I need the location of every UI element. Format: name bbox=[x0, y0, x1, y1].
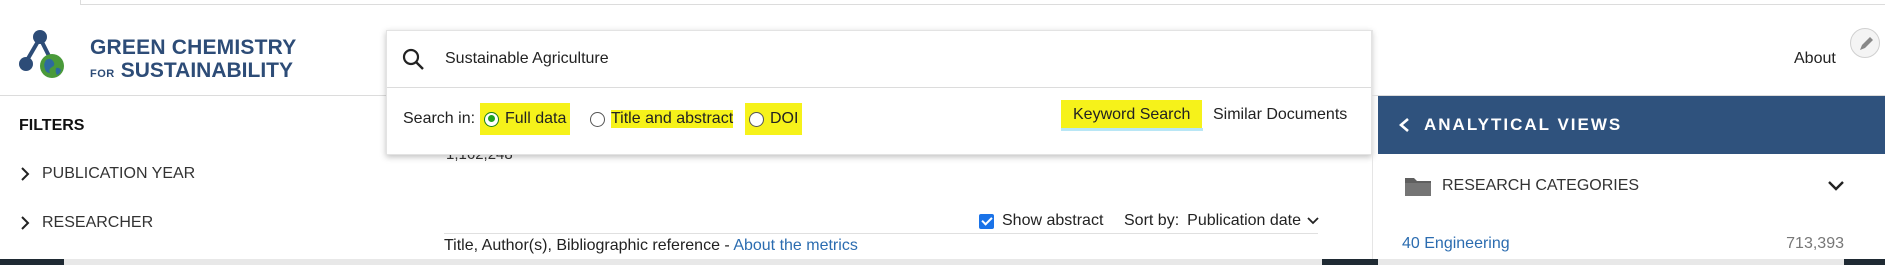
about-link[interactable]: About bbox=[1794, 50, 1836, 68]
pencil-icon bbox=[1860, 37, 1873, 50]
search-in-label: Search in: bbox=[403, 110, 476, 127]
chevron-left-icon[interactable] bbox=[1398, 117, 1410, 133]
radio-button[interactable] bbox=[590, 111, 605, 127]
chevron-right-icon bbox=[21, 167, 30, 181]
category-count: 713,393 bbox=[1786, 235, 1844, 252]
scrollbar-track[interactable] bbox=[64, 259, 1322, 265]
logo-for-text: FOR bbox=[90, 68, 115, 80]
filter-researcher[interactable]: RESEARCHER bbox=[20, 214, 153, 232]
radio-button[interactable] bbox=[484, 111, 499, 127]
about-the-metrics-link[interactable]: About the metrics bbox=[733, 237, 858, 254]
results-header-text: Title, Author(s), Bibliographic referenc… bbox=[444, 237, 734, 254]
filters-title: FILTERS bbox=[19, 117, 85, 134]
right-column-separator bbox=[1372, 30, 1373, 265]
sort-by-control[interactable]: Sort by: Publication date bbox=[1124, 212, 1319, 230]
radio-label: Title and abstract bbox=[611, 110, 734, 128]
folder-icon bbox=[1405, 178, 1431, 196]
keyword-search-active-indicator bbox=[1061, 128, 1203, 131]
logo-title-line1: GREEN CHEMISTRY bbox=[90, 36, 297, 59]
app-logo[interactable]: GREEN CHEMISTRY FOR SUSTAINABILITY bbox=[16, 30, 306, 92]
search-bar bbox=[387, 31, 1371, 88]
chevron-right-icon bbox=[21, 216, 30, 230]
category-name[interactable]: 40 Engineering bbox=[1402, 235, 1510, 253]
category-row[interactable]: 40 Engineering 713,393 bbox=[1402, 235, 1844, 253]
chevron-down-icon[interactable] bbox=[1828, 181, 1844, 191]
radio-label: DOI bbox=[770, 110, 799, 127]
show-abstract-toggle[interactable]: Show abstract bbox=[979, 212, 1103, 230]
filter-label: PUBLICATION YEAR bbox=[42, 165, 196, 182]
analytical-views-header[interactable]: ANALYTICAL VIEWS bbox=[1378, 96, 1885, 154]
search-panel: Search in: Full data Title and abstract … bbox=[386, 30, 1372, 155]
similar-documents-button[interactable]: Similar Documents bbox=[1213, 106, 1347, 124]
logo-sustainability-text: SUSTAINABILITY bbox=[120, 59, 294, 82]
edit-button[interactable] bbox=[1850, 28, 1880, 58]
results-column-header: Title, Author(s), Bibliographic referenc… bbox=[444, 233, 1318, 255]
sort-by-value[interactable]: Publication date bbox=[1187, 212, 1301, 230]
radio-title-and-abstract[interactable]: Title and abstract bbox=[586, 103, 737, 135]
radio-label: Full data bbox=[505, 110, 567, 127]
radio-doi[interactable]: DOI bbox=[745, 103, 803, 135]
keyword-search-button[interactable]: Keyword Search bbox=[1061, 100, 1203, 130]
bottom-scroll-area bbox=[0, 259, 1885, 265]
search-icon[interactable] bbox=[401, 47, 425, 71]
left-divider bbox=[0, 95, 386, 96]
show-abstract-checkbox[interactable] bbox=[979, 213, 994, 229]
analytical-views-title: ANALYTICAL VIEWS bbox=[1424, 115, 1623, 134]
sort-by-label: Sort by: bbox=[1124, 212, 1180, 229]
scrollbar-track-right[interactable] bbox=[1378, 259, 1844, 265]
chevron-down-icon[interactable] bbox=[1307, 217, 1319, 225]
logo-molecule-icon bbox=[19, 30, 64, 78]
radio-button[interactable] bbox=[749, 111, 764, 127]
search-input[interactable] bbox=[445, 47, 1245, 71]
filter-publication-year[interactable]: PUBLICATION YEAR bbox=[20, 165, 195, 183]
show-abstract-label: Show abstract bbox=[1002, 212, 1104, 229]
logo-title-line2: FOR SUSTAINABILITY bbox=[90, 59, 293, 83]
search-options: Search in: Full data Title and abstract … bbox=[387, 88, 1371, 156]
research-categories-toggle[interactable]: RESEARCH CATEGORIES bbox=[1378, 168, 1844, 204]
filter-label: RESEARCHER bbox=[42, 214, 154, 231]
research-categories-label: RESEARCH CATEGORIES bbox=[1442, 177, 1640, 194]
radio-full-data[interactable]: Full data bbox=[480, 103, 571, 135]
top-strip bbox=[80, 0, 1885, 5]
